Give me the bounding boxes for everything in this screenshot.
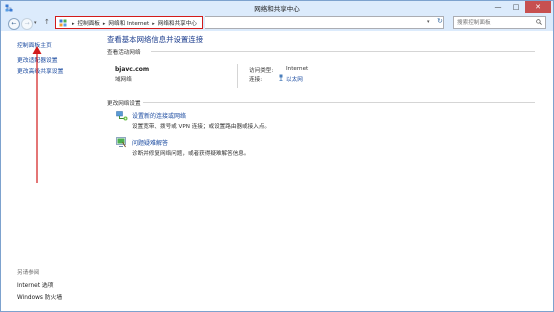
minimize-button[interactable]: —: [489, 1, 507, 13]
section-divider: [151, 51, 535, 52]
breadcrumb-separator-icon: ▸: [152, 21, 155, 27]
setup-new-connection-description: 设置宽带、拨号或 VPN 连接；或设置路由器或接入点。: [132, 124, 271, 130]
ethernet-connection-link[interactable]: 以太网: [286, 75, 303, 83]
see-also-heading: 另请参阅: [17, 270, 40, 276]
breadcrumb-control-panel[interactable]: 控制面板: [78, 21, 100, 27]
search-icon[interactable]: [536, 19, 542, 25]
main-content: 查看基本网络信息并设置连接 查看活动网络 bjavc.com 域网络 访问类型:…: [101, 31, 541, 301]
address-bar-empty-area[interactable]: [205, 16, 444, 29]
ethernet-icon: [279, 74, 283, 81]
access-type-value: Internet: [286, 66, 309, 72]
up-button[interactable]: ↑: [44, 18, 50, 26]
windows-firewall-link[interactable]: Windows 防火墙: [17, 292, 62, 301]
troubleshoot-problems-link[interactable]: 问题疑难解答: [132, 138, 168, 147]
back-button[interactable]: ←: [8, 18, 20, 30]
breadcrumb-separator-icon: ▸: [102, 21, 106, 27]
control-panel-icon: [59, 19, 67, 27]
maximize-button[interactable]: □: [507, 1, 525, 13]
title-bar[interactable]: 网络和共享中心 — □ ✕: [1, 1, 553, 14]
change-settings-heading: 更改网络设置: [107, 101, 141, 107]
connections-label: 连接:: [249, 77, 263, 83]
recent-locations-chevron-down-icon[interactable]: ▾: [34, 20, 37, 26]
breadcrumb-network-sharing-center[interactable]: 网络和共享中心: [158, 21, 197, 27]
setup-new-connection-link[interactable]: 设置新的连接或网络: [132, 111, 186, 120]
breadcrumb: ▸ 控制面板 ▸ 网络和 Internet ▸ 网络和共享中心: [69, 19, 197, 27]
network-sharing-center-window: 网络和共享中心 — □ ✕ ← → ▾ ↑ ▸ 控制面板 ▸ 网络和 Internet…: [0, 0, 554, 312]
breadcrumb-separator-icon: ▸: [72, 21, 75, 27]
search-input[interactable]: [457, 18, 533, 27]
troubleshoot-icon: [116, 137, 126, 148]
internet-options-link[interactable]: Internet 选项: [17, 280, 53, 289]
network-setup-icon: [116, 111, 128, 121]
troubleshoot-problems-description: 诊断并修复网络问题，或者获得疑难解答信息。: [132, 151, 250, 157]
close-button[interactable]: ✕: [525, 1, 551, 13]
active-networks-heading: 查看活动网络: [107, 50, 141, 56]
forward-button[interactable]: →: [21, 18, 33, 30]
access-type-label: 访问类型:: [249, 68, 274, 74]
section-divider: [143, 102, 535, 103]
search-box[interactable]: [453, 16, 546, 29]
navigation-bar: ← → ▾ ↑ ▸ 控制面板 ▸ 网络和 Internet ▸ 网络和共享中心 ▾ ↻: [1, 14, 553, 31]
address-history-chevron-down-icon[interactable]: ▾: [427, 19, 430, 25]
breadcrumb-network-internet[interactable]: 网络和 Internet: [108, 21, 149, 27]
sidebar: 控制面板主页 更改适配器设置 更改高级共享设置 另请参阅 Internet 选项…: [1, 31, 99, 311]
annotation-arrow-icon: [32, 46, 42, 183]
network-name: bjavc.com: [115, 66, 150, 73]
network-info-divider: [237, 64, 238, 88]
window-title: 网络和共享中心: [254, 5, 300, 13]
network-type[interactable]: 域网络: [115, 75, 132, 83]
address-bar[interactable]: ▸ 控制面板 ▸ 网络和 Internet ▸ 网络和共享中心: [55, 16, 203, 29]
page-title: 查看基本网络信息并设置连接: [107, 35, 204, 44]
refresh-icon[interactable]: ↻: [437, 17, 443, 25]
